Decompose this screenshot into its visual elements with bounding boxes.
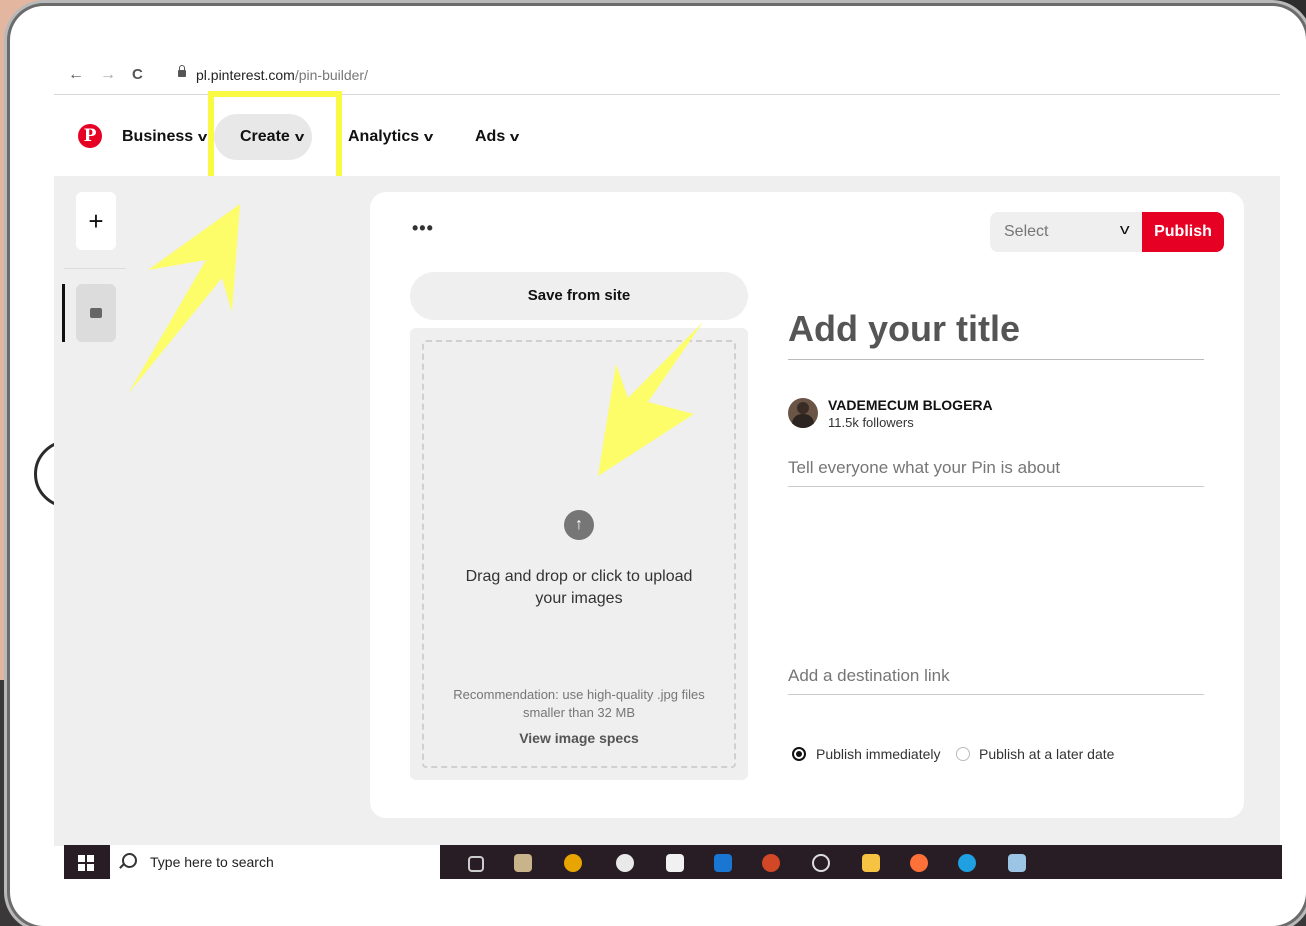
annotation-arrows xyxy=(128,204,703,476)
app-icon-2[interactable] xyxy=(616,854,634,872)
app-icon-3[interactable] xyxy=(1008,854,1026,872)
arrow-to-upload xyxy=(598,322,703,476)
taskbar-search-placeholder: Type here to search xyxy=(150,854,274,870)
taskbar-search-box[interactable]: Type here to search xyxy=(110,845,440,879)
powerpoint-icon[interactable] xyxy=(762,854,780,872)
task-view-icon[interactable] xyxy=(468,856,484,872)
chrome-icon[interactable] xyxy=(564,854,582,872)
file-explorer-icon[interactable] xyxy=(862,854,880,872)
app-icon-1[interactable] xyxy=(514,854,532,872)
firefox-icon[interactable] xyxy=(910,854,928,872)
arrow-to-create xyxy=(128,204,240,394)
store-icon[interactable] xyxy=(666,854,684,872)
edge-icon[interactable] xyxy=(958,854,976,872)
windows-start-icon[interactable] xyxy=(78,855,94,871)
windows-taskbar: Type here to search xyxy=(64,845,1282,879)
obs-icon[interactable] xyxy=(812,854,830,872)
mail-icon[interactable] xyxy=(714,854,732,872)
search-icon xyxy=(122,853,137,868)
